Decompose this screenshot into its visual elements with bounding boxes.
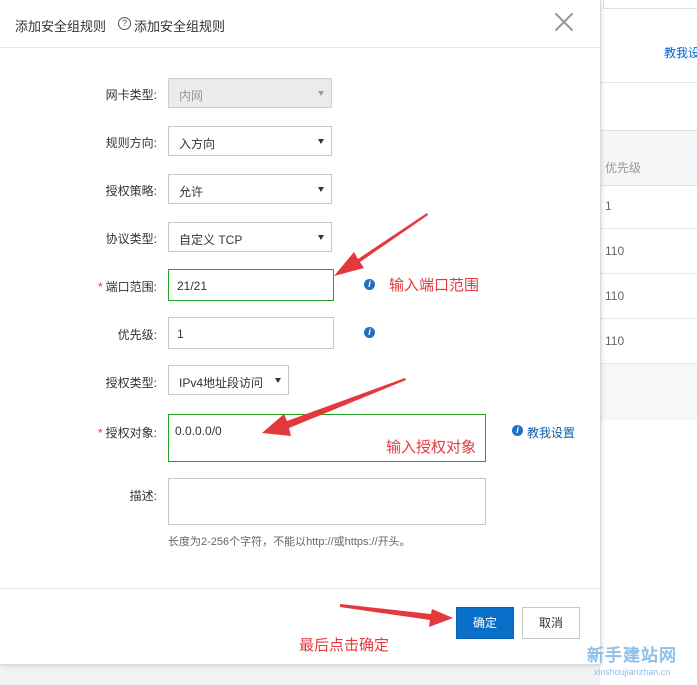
info-icon: i xyxy=(512,425,523,436)
protocol-label: 协议类型: xyxy=(105,232,157,246)
watermark-title: 新手建站网 xyxy=(587,646,677,665)
description-textarea[interactable] xyxy=(168,478,486,525)
protocol-select[interactable]: 自定义 TCP xyxy=(168,222,332,252)
policy-label: 授权策略: xyxy=(105,184,157,198)
nic-type-label: 网卡类型: xyxy=(105,88,157,102)
watermark-domain: xinshoujianzhan.cn xyxy=(593,667,671,677)
policy-value: 允许 xyxy=(179,185,204,199)
chevron-down-icon xyxy=(318,235,324,240)
dialog-help-link[interactable]: 添加安全组规则 xyxy=(134,16,225,35)
background-cell: 1 xyxy=(605,199,612,213)
background-row-divider xyxy=(600,318,697,319)
add-security-rule-dialog: 添加安全组规则 ? 添加安全组规则 网卡类型: 内网 规则方向: 入方向 授权策… xyxy=(0,0,601,665)
auth-object-value: 0.0.0.0/0 xyxy=(175,424,222,438)
background-gray-area xyxy=(600,364,697,420)
auth-type-label: 授权类型: xyxy=(105,376,157,390)
background-cell: 110 xyxy=(605,244,625,258)
priority-label: 优先级: xyxy=(117,328,157,342)
chevron-down-icon xyxy=(318,139,324,144)
protocol-value: 自定义 TCP xyxy=(179,233,243,247)
port-range-input[interactable]: 21/21 xyxy=(168,269,334,301)
direction-select[interactable]: 入方向 xyxy=(168,126,332,156)
nic-type-select: 内网 xyxy=(168,78,332,108)
direction-label: 规则方向: xyxy=(105,136,157,150)
footer-divider xyxy=(0,588,600,589)
question-icon[interactable]: ? xyxy=(118,17,131,30)
background-column-priority: 优先级 xyxy=(605,161,642,175)
description-hint: 长度为2-256个字符，不能以http://或https://开头。 xyxy=(168,536,411,548)
header-divider xyxy=(0,47,600,48)
chevron-down-icon xyxy=(275,378,281,383)
port-range-label: * 端口范围: xyxy=(27,278,157,295)
background-divider xyxy=(600,82,697,83)
required-mark: * xyxy=(97,426,103,440)
policy-select[interactable]: 允许 xyxy=(168,174,332,204)
close-icon[interactable] xyxy=(553,11,575,33)
priority-value: 1 xyxy=(177,327,184,341)
nic-type-value: 内网 xyxy=(179,89,204,103)
annotation-confirm: 最后点击确定 xyxy=(299,637,390,654)
auth-type-value: IPv4地址段访问 xyxy=(179,376,264,390)
background-cell: 110 xyxy=(605,289,625,303)
background-table-header xyxy=(600,130,697,186)
auth-type-select[interactable]: IPv4地址段访问 xyxy=(168,365,289,395)
teach-me-link[interactable]: 教我设置 xyxy=(527,424,575,441)
background-search-box xyxy=(603,0,697,9)
watermark-logo: 新手建站网 xinshoujianzhan.cn xyxy=(572,641,692,677)
priority-input[interactable]: 1 xyxy=(168,317,334,349)
background-cell: 110 xyxy=(605,334,625,348)
annotation-auth-object: 输入授权对象 xyxy=(386,439,477,456)
port-range-label-text: 端口范围: xyxy=(105,280,157,294)
chevron-down-icon xyxy=(318,91,324,96)
description-label: 描述: xyxy=(129,489,157,503)
background-row-divider xyxy=(600,228,697,229)
dialog-title: 添加安全组规则 xyxy=(15,19,107,34)
required-mark: * xyxy=(97,280,103,294)
info-icon[interactable]: i xyxy=(364,327,375,338)
direction-value: 入方向 xyxy=(179,137,216,151)
confirm-button[interactable]: 确定 xyxy=(456,607,514,639)
auth-object-label: * 授权对象: xyxy=(27,424,157,441)
background-teach-link[interactable]: 教我设 xyxy=(664,44,697,61)
chevron-down-icon xyxy=(318,187,324,192)
info-icon[interactable]: i xyxy=(364,279,375,290)
port-range-value: 21/21 xyxy=(177,279,208,293)
annotation-port-range: 输入端口范围 xyxy=(389,277,480,294)
cancel-button[interactable]: 取消 xyxy=(522,607,580,639)
auth-object-label-text: 授权对象: xyxy=(105,426,157,440)
background-row-divider xyxy=(600,273,697,274)
